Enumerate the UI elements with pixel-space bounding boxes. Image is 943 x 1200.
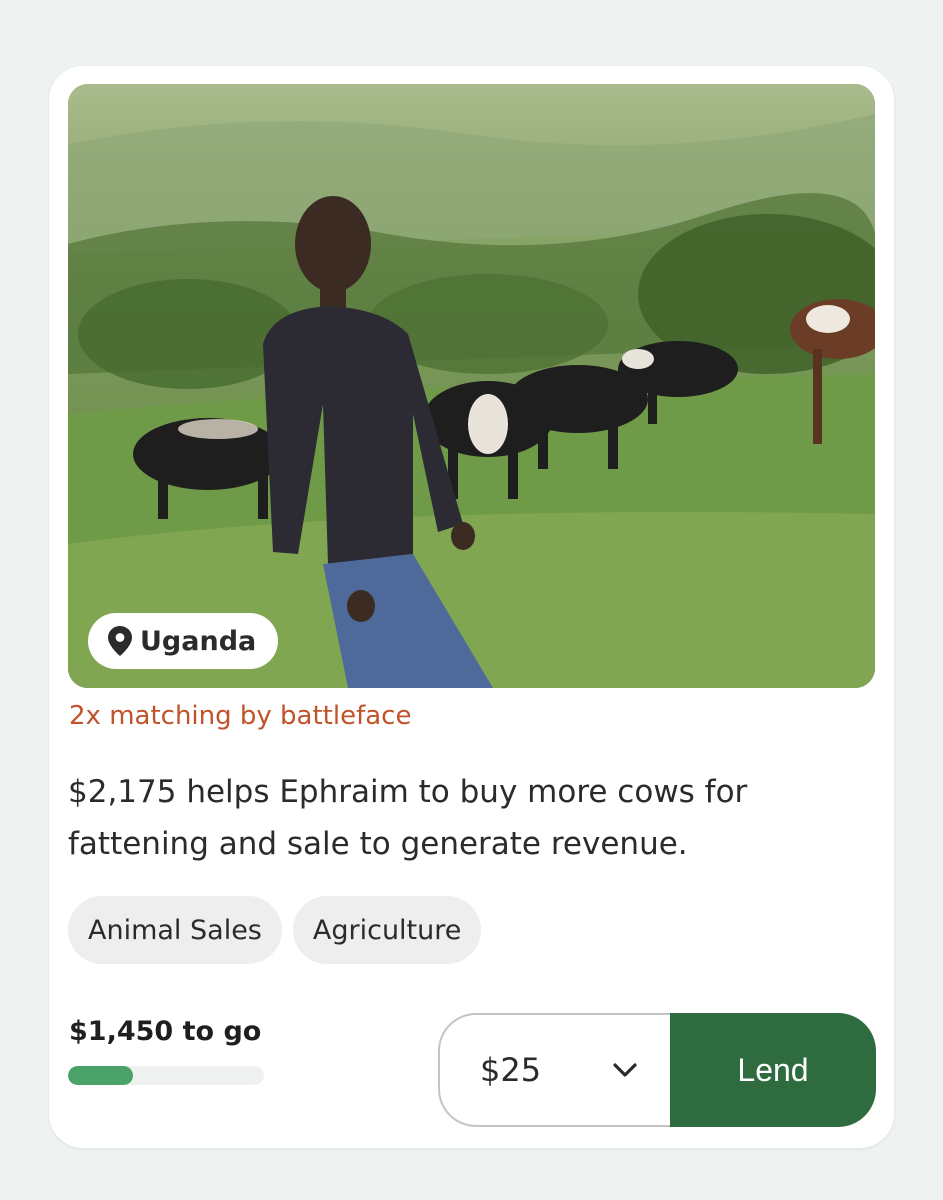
borrower-photo[interactable]: Uganda: [68, 84, 875, 688]
map-pin-icon: [108, 626, 132, 656]
lend-button[interactable]: Lend: [670, 1013, 876, 1127]
amount-to-go: $1,450 to go: [69, 1016, 262, 1047]
chevron-down-icon: [610, 1060, 640, 1080]
lend-amount-value: $25: [480, 1051, 542, 1089]
matching-label: 2x matching by battleface: [69, 701, 412, 731]
loan-card[interactable]: Uganda 2x matching by battleface $2,175 …: [49, 66, 894, 1148]
funding-progress-bar: [68, 1066, 264, 1085]
location-label: Uganda: [140, 625, 257, 657]
location-badge: Uganda: [88, 613, 279, 669]
photo-illustration: [68, 84, 875, 688]
loan-description[interactable]: $2,175 helps Ephraim to buy more cows fo…: [68, 766, 858, 870]
tag-list: Animal Sales Agriculture: [68, 896, 482, 964]
tag-agriculture[interactable]: Agriculture: [292, 896, 482, 964]
tag-animal-sales[interactable]: Animal Sales: [68, 896, 282, 964]
funding-progress-fill: [68, 1066, 134, 1085]
lend-amount-select[interactable]: $25: [438, 1013, 670, 1127]
